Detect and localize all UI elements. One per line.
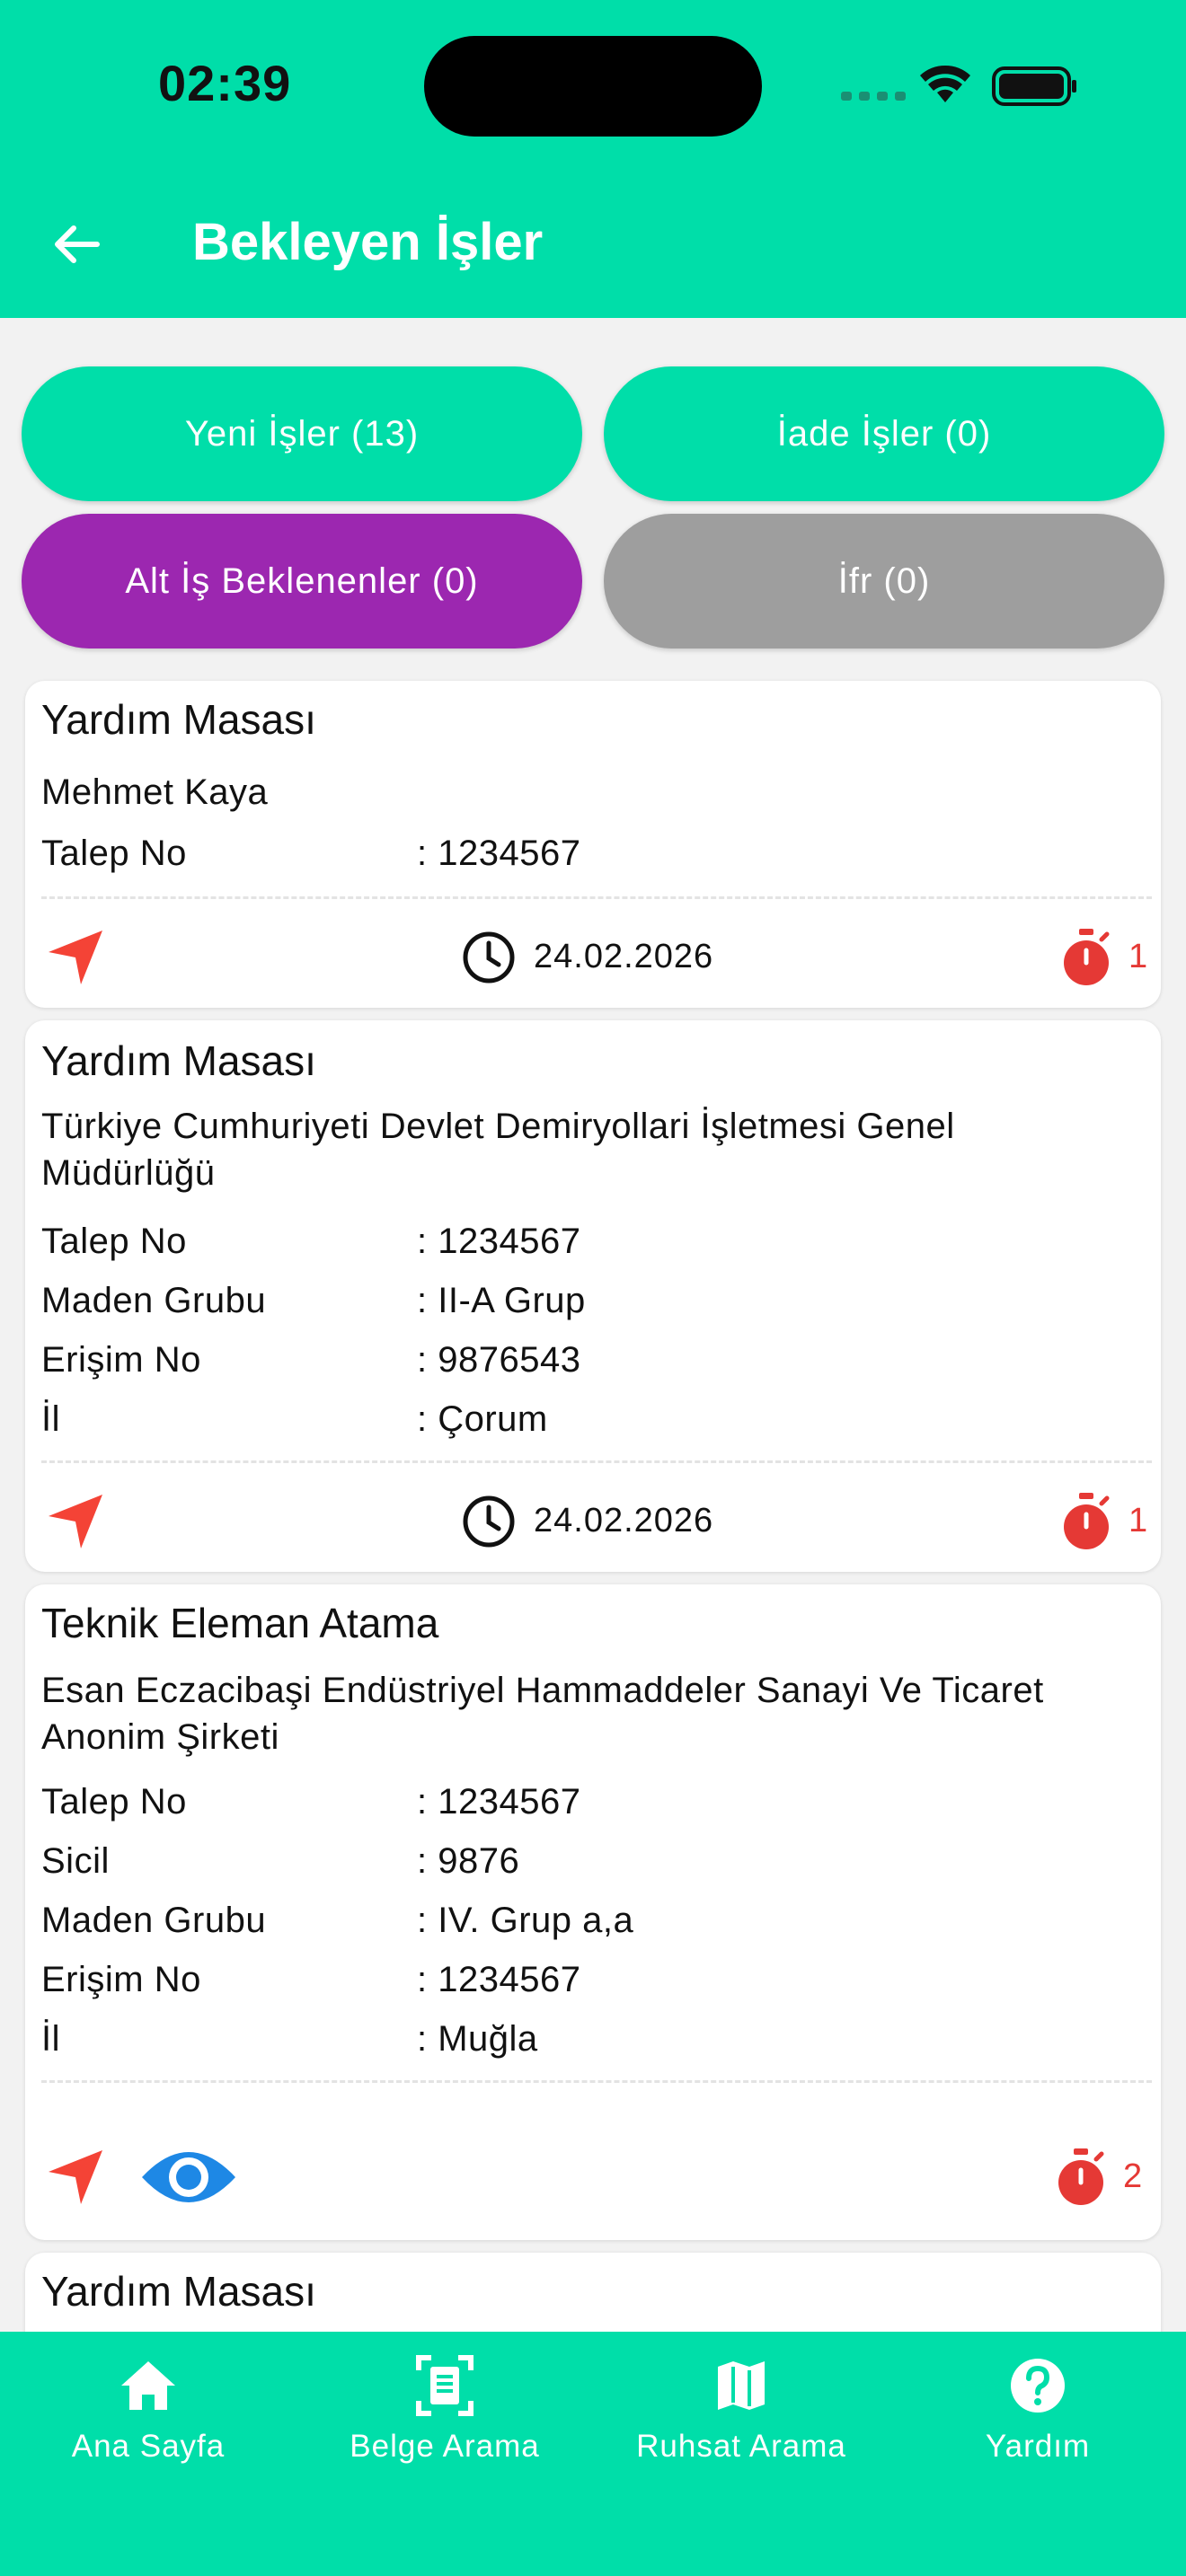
navigation-icon[interactable]	[40, 1486, 111, 1557]
field-label: Talep No	[41, 1222, 187, 1261]
field-label: İl	[41, 2019, 60, 2059]
count-badge: 1	[1128, 1502, 1148, 1539]
field-value: : 1234567	[417, 1222, 581, 1261]
back-button[interactable]	[36, 205, 115, 284]
field-value: : IV. Grup a,a	[417, 1901, 634, 1940]
stopwatch-icon	[1057, 925, 1116, 990]
page-title: Bekleyen İşler	[192, 213, 544, 271]
eye-icon[interactable]	[137, 2139, 241, 2215]
clock-icon	[460, 1493, 518, 1550]
nav-home[interactable]: Ana Sayfa	[0, 2351, 296, 2477]
job-card[interactable]: Yardım Masası Türkiye Cumhuriyeti Devlet…	[25, 1020, 1161, 1572]
job-type: Teknik Eleman Atama	[41, 1600, 439, 1646]
field-value: : 1234567	[417, 1782, 581, 1822]
field-label: Erişim No	[41, 1340, 201, 1380]
field-value: : Çorum	[417, 1399, 548, 1439]
battery-icon	[992, 66, 1076, 106]
company-name: Mehmet Kaya	[41, 772, 269, 812]
clock-icon	[460, 929, 518, 986]
home-icon	[119, 2351, 178, 2420]
field-label: Sicil	[41, 1841, 110, 1881]
job-card[interactable]: Yardım Masası Mehmet Kaya Talep No : 123…	[25, 681, 1161, 1008]
document-scan-icon	[415, 2351, 474, 2420]
arrow-left-icon	[55, 225, 100, 263]
nav-label: Belge Arama	[350, 2429, 540, 2464]
nav-label: Yardım	[985, 2429, 1091, 2464]
status-time: 02:39	[158, 55, 292, 111]
stopwatch-icon	[1057, 1489, 1116, 1554]
filter-label: İfr (0)	[837, 560, 931, 601]
field-label: Talep No	[41, 834, 187, 873]
map-icon	[714, 2351, 768, 2420]
signal-icon	[841, 92, 906, 101]
company-name: Türkiye Cumhuriyeti Devlet Demiryollari …	[41, 1107, 955, 1193]
divider	[41, 2080, 1152, 2083]
nav-label: Ana Sayfa	[71, 2429, 226, 2464]
filter-new-jobs-button[interactable]: Yeni İşler (13)	[22, 366, 582, 501]
field-label: Talep No	[41, 1782, 187, 1822]
status-icons	[841, 65, 1076, 106]
field-label: Erişim No	[41, 1960, 201, 1999]
help-icon	[1009, 2351, 1067, 2420]
nav-document-search[interactable]: Belge Arama	[296, 2351, 593, 2477]
field-value: : Muğla	[417, 2019, 538, 2059]
filter-label: Yeni İşler (13)	[184, 413, 420, 454]
field-value: : II-A Grup	[417, 1281, 586, 1320]
filter-label: Alt İş Beklenenler (0)	[125, 560, 479, 601]
dynamic-island	[424, 36, 762, 137]
job-date: 24.02.2026	[534, 938, 714, 975]
filter-ifr-button[interactable]: İfr (0)	[604, 514, 1164, 648]
filter-label: İade İşler (0)	[776, 413, 992, 454]
navigation-icon[interactable]	[40, 2141, 111, 2213]
stopwatch-icon	[1051, 2145, 1111, 2210]
field-value: : 9876543	[417, 1340, 581, 1380]
filter-subtask-pending-button[interactable]: Alt İş Beklenenler (0)	[22, 514, 582, 648]
nav-help[interactable]: Yardım	[890, 2351, 1186, 2477]
app-header: 02:39 Bekleyen İşler	[0, 0, 1186, 318]
divider	[41, 896, 1152, 899]
divider	[41, 1460, 1152, 1463]
field-label: Maden Grubu	[41, 1281, 267, 1320]
count-badge: 1	[1128, 938, 1148, 975]
job-type: Yardım Masası	[41, 1037, 316, 1084]
job-type: Yardım Masası	[41, 696, 316, 743]
job-card[interactable]: Yardım Masası	[25, 2253, 1161, 2332]
job-card[interactable]: Teknik Eleman Atama Esan Eczacibaşi Endü…	[25, 1584, 1161, 2240]
content-area[interactable]: Yeni İşler (13) İade İşler (0) Alt İş Be…	[0, 318, 1186, 2332]
navigation-icon[interactable]	[40, 922, 111, 993]
job-date: 24.02.2026	[534, 1502, 714, 1539]
nav-license-search[interactable]: Ruhsat Arama	[593, 2351, 890, 2477]
field-label: Maden Grubu	[41, 1901, 267, 1940]
count-badge: 2	[1123, 2157, 1143, 2195]
field-value: : 1234567	[417, 1960, 581, 1999]
field-value: : 1234567	[417, 834, 581, 873]
bottom-navigation: Ana Sayfa Belge Arama Ruhsat Arama Yardı…	[0, 2332, 1186, 2576]
field-value: : 9876	[417, 1841, 520, 1881]
company-name: Esan Eczacibaşi Endüstriyel Hammaddeler …	[41, 1671, 1044, 1757]
filter-returned-jobs-button[interactable]: İade İşler (0)	[604, 366, 1164, 501]
job-type: Yardım Masası	[41, 2268, 316, 2315]
nav-label: Ruhsat Arama	[636, 2429, 846, 2464]
wifi-icon	[920, 65, 970, 102]
field-label: İl	[41, 1399, 60, 1439]
